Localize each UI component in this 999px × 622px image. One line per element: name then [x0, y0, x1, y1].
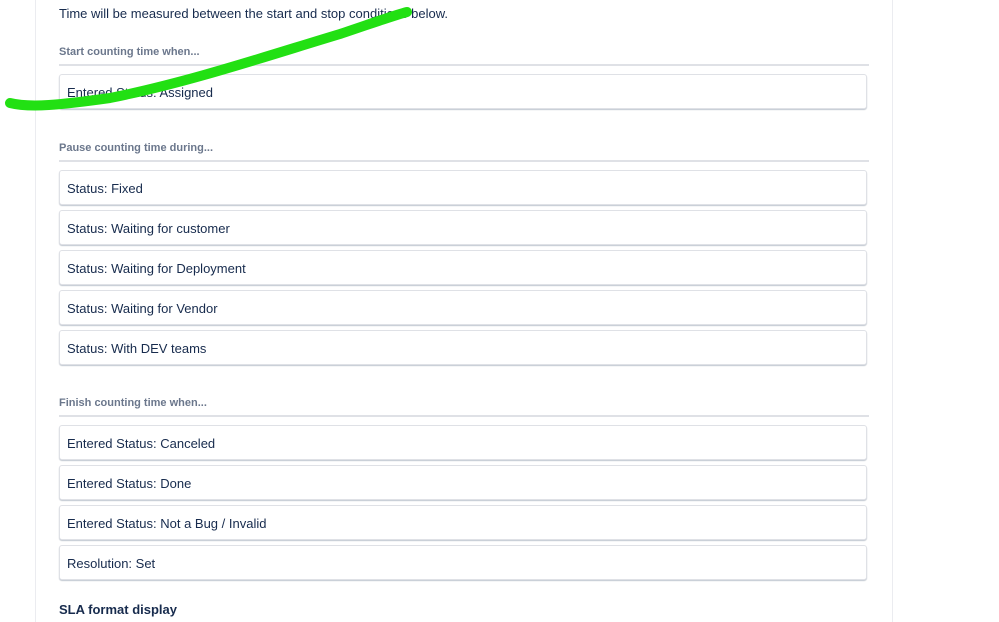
condition-label: Status: Waiting for customer [67, 221, 230, 236]
start-condition-item[interactable]: Entered Status: Assigned [59, 74, 867, 109]
condition-label: Status: Fixed [67, 181, 143, 196]
condition-label: Status: Waiting for Vendor [67, 301, 218, 316]
start-section-divider [59, 64, 869, 66]
pause-condition-item[interactable]: Status: Waiting for Vendor [59, 290, 867, 325]
pause-condition-item[interactable]: Status: Waiting for customer [59, 210, 867, 245]
start-section-heading: Start counting time when... [59, 46, 200, 58]
finish-section-heading: Finish counting time when... [59, 397, 207, 409]
sla-config-page: Time will be measured between the start … [0, 0, 999, 622]
condition-label: Entered Status: Canceled [67, 436, 216, 451]
finish-condition-item[interactable]: Entered Status: Done [59, 465, 867, 500]
pause-section-divider [59, 160, 869, 162]
pause-condition-item[interactable]: Status: With DEV teams [59, 330, 867, 365]
pause-section-heading: Pause counting time during... [59, 142, 214, 154]
condition-label: Entered Status: Not a Bug / Invalid [67, 516, 267, 531]
finish-condition-item[interactable]: Entered Status: Canceled [59, 425, 867, 460]
condition-label: Status: With DEV teams [67, 341, 207, 356]
pause-condition-item[interactable]: Status: Waiting for Deployment [59, 250, 867, 285]
condition-label: Entered Status: Done [67, 476, 192, 491]
finish-condition-item[interactable]: Entered Status: Not a Bug / Invalid [59, 505, 867, 540]
sla-format-display-title: SLA format display [59, 602, 177, 617]
finish-section-divider [59, 415, 869, 417]
pause-condition-item[interactable]: Status: Fixed [59, 170, 867, 205]
condition-label: Entered Status: Assigned [67, 85, 213, 100]
intro-text: Time will be measured between the start … [59, 6, 449, 21]
condition-label: Resolution: Set [67, 556, 156, 571]
condition-label: Status: Waiting for Deployment [67, 261, 246, 276]
finish-condition-item[interactable]: Resolution: Set [59, 545, 867, 580]
